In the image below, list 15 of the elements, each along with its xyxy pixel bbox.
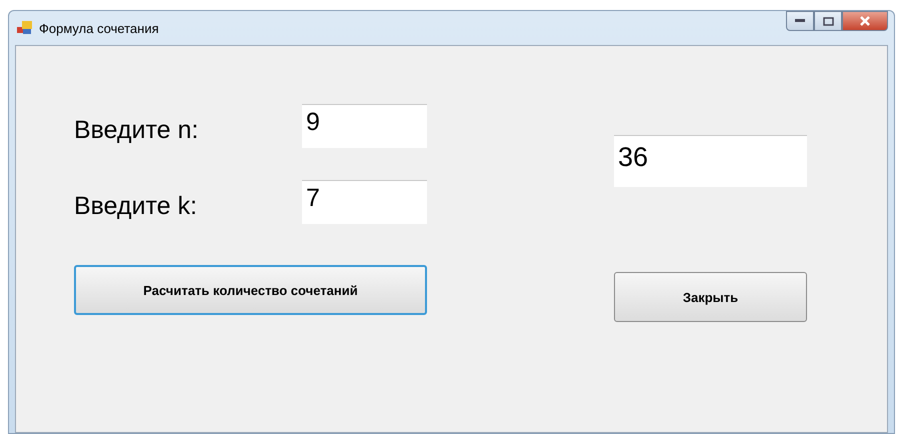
input-field[interactable]: 7 (302, 180, 427, 224)
calculate-button[interactable]: Расчитать количество сочетаний (74, 265, 427, 315)
field-label: Введите n: (74, 115, 200, 145)
input-field[interactable]: 9 (302, 104, 427, 148)
result-field[interactable]: 36 (614, 135, 807, 187)
maximize-icon (822, 16, 834, 26)
minimize-button[interactable] (786, 11, 814, 31)
window-title: Формула сочетания (39, 20, 159, 36)
close-icon (860, 16, 870, 26)
minimize-icon (795, 19, 805, 23)
close-window-button[interactable] (842, 11, 888, 31)
close-button[interactable]: Закрыть (614, 272, 807, 322)
app-icon (17, 21, 33, 35)
field-label: Введите k: (74, 191, 198, 221)
maximize-button[interactable] (814, 11, 842, 31)
